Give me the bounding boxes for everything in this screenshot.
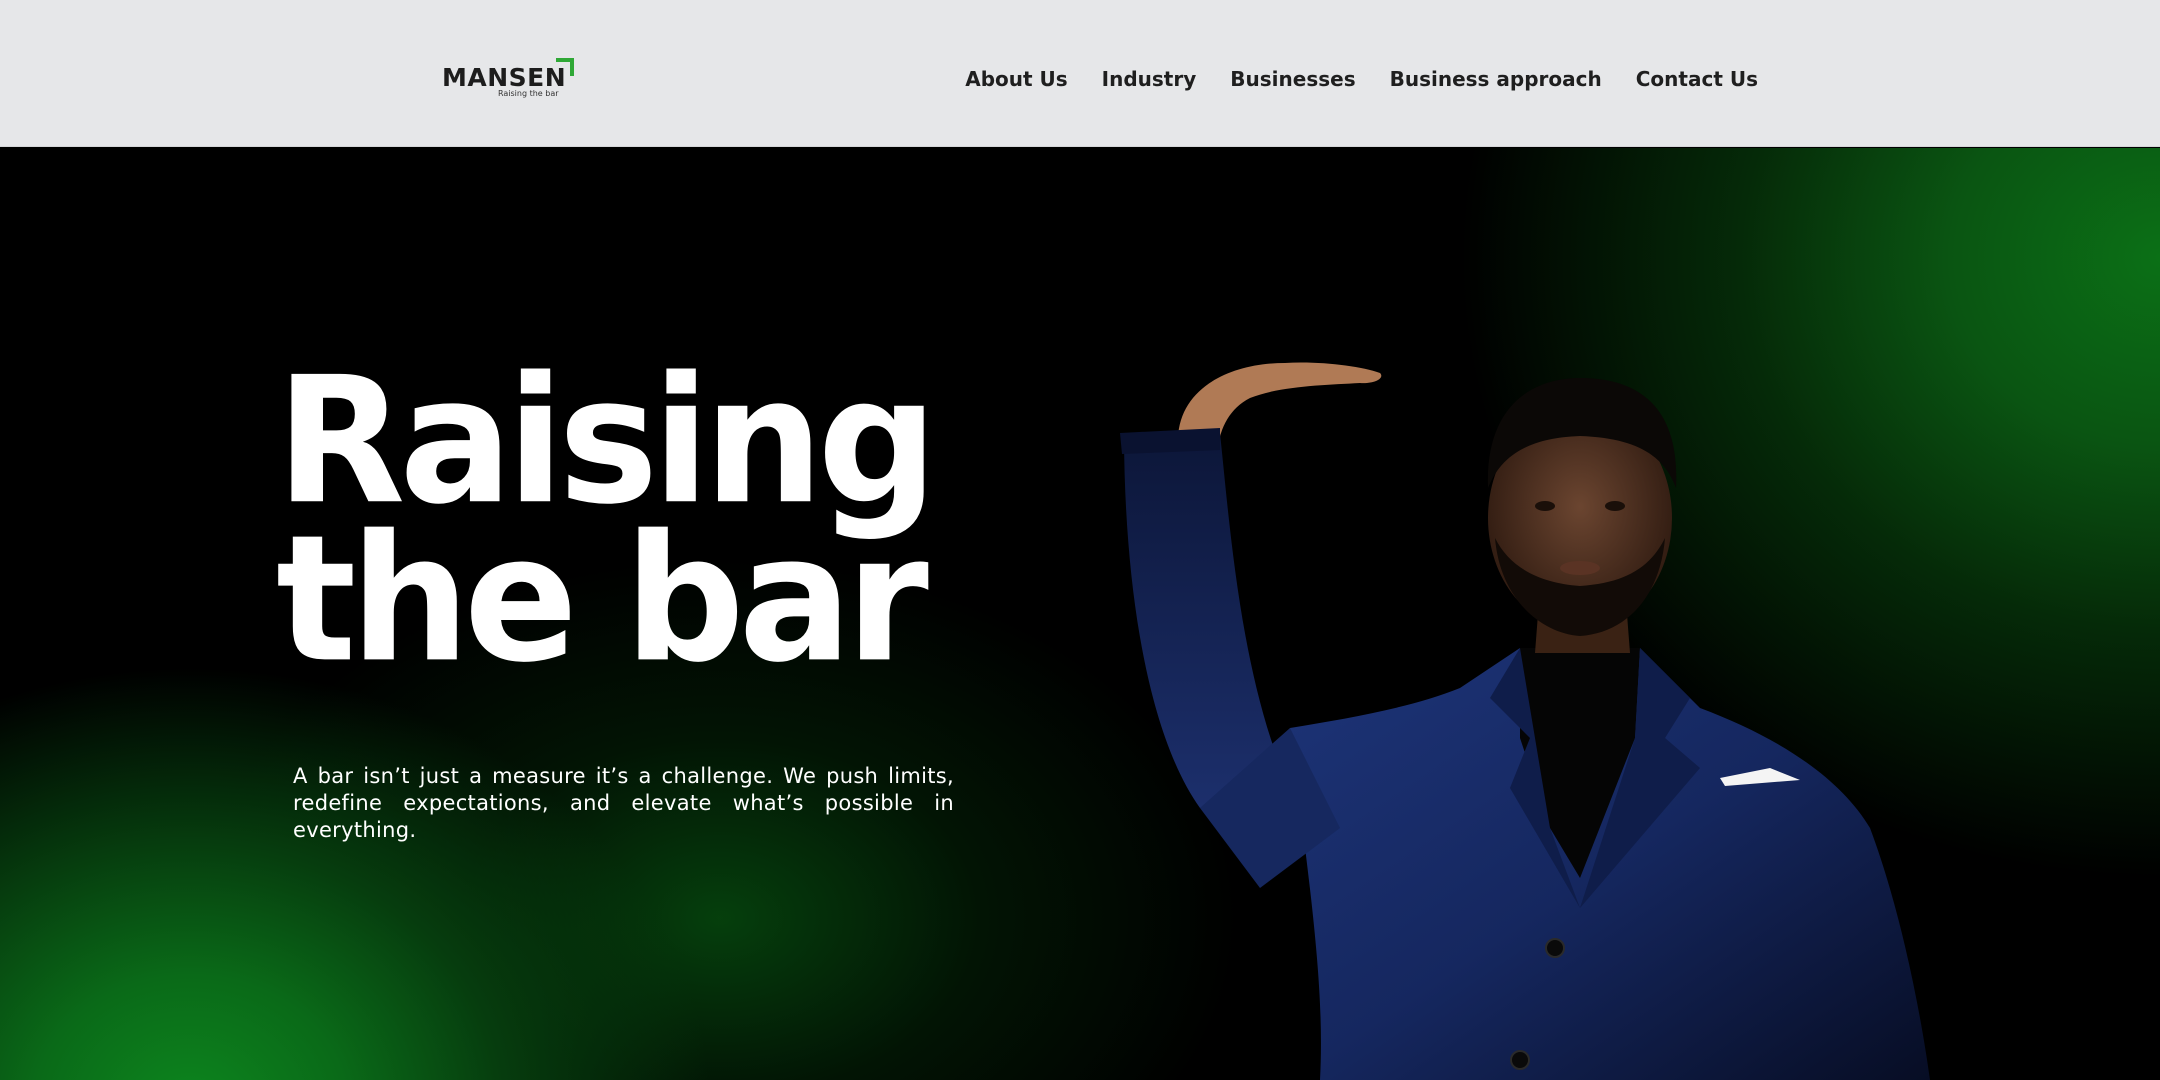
logo-tagline: Raising the bar: [498, 89, 559, 98]
nav-industry[interactable]: Industry: [1102, 67, 1197, 91]
man-in-suit-raising-hand-image: [1120, 362, 1930, 1080]
nav-businesses[interactable]: Businesses: [1230, 67, 1355, 91]
nav-business-approach[interactable]: Business approach: [1390, 67, 1602, 91]
nav-about-us[interactable]: About Us: [965, 67, 1067, 91]
main-nav: About Us Industry Businesses Business ap…: [965, 64, 1758, 94]
nav-contact-us[interactable]: Contact Us: [1636, 67, 1758, 91]
headline-line-2: the bar: [276, 497, 929, 701]
logo-wordmark: MANSEN: [442, 63, 567, 92]
hero-headline: Raising the bar: [276, 354, 996, 701]
logo-bracket-icon: [556, 58, 574, 76]
site-header: MANSEN Raising the bar About Us Industry…: [0, 0, 2160, 147]
hero-section: Raising the bar A bar isn’t just a measu…: [0, 148, 2160, 1080]
brand-logo[interactable]: MANSEN Raising the bar: [442, 56, 582, 102]
hero-intro-text: A bar isn’t just a measure it’s a challe…: [293, 764, 954, 842]
